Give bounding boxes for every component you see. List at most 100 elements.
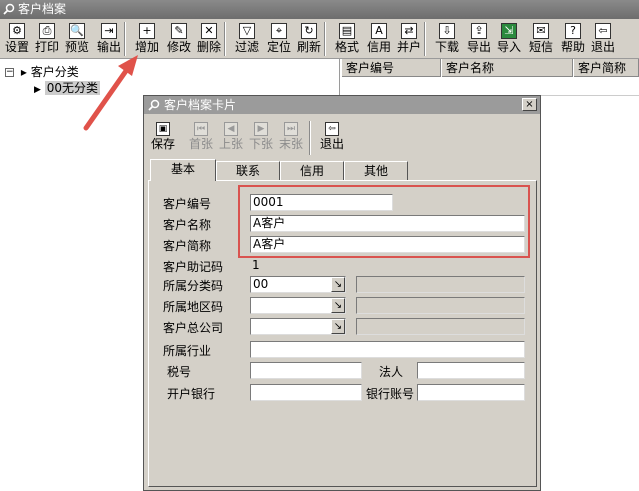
window-title: 客户档案 [18, 2, 67, 16]
toolbar-button-delete[interactable]: ✕ 删除 [194, 21, 224, 57]
toolbar-button-exit[interactable]: ⇦ 退出 [588, 21, 618, 57]
dialog-title-bar: 客户档案卡片 × [144, 96, 540, 114]
dialog-button-label: 保存 [150, 137, 175, 151]
tab-other[interactable]: 其他 [344, 161, 408, 180]
first-icon: ⏮ [194, 122, 208, 136]
toolbar-button-label: 预览 [64, 40, 89, 54]
toolbar-button-label: 短信 [528, 40, 553, 54]
toolbar-button-format[interactable]: ▤ 格式 [332, 21, 362, 57]
industry-field[interactable] [250, 341, 525, 358]
category-name-display [356, 276, 525, 293]
tree-leaf-icon: ▶ [34, 85, 41, 95]
toolbar-button-label: 刷新 [296, 40, 321, 54]
last-icon: ⏭ [284, 122, 298, 136]
customer-short-name-label: 客户简称 [163, 239, 212, 253]
table-row[interactable] [341, 78, 639, 96]
tab-credit[interactable]: 信用 [280, 161, 344, 180]
dialog-button-next[interactable]: ▶ 下张 [247, 120, 275, 156]
region-lookup-button[interactable]: ↘ [331, 298, 345, 313]
category-code-value: 00 [253, 277, 269, 291]
toolbar-button-add[interactable]: + 增加 [132, 21, 162, 57]
tree-item-no-category[interactable]: ▶ 00无分类 [34, 79, 101, 96]
toolbar-button-download[interactable]: ⇩ 下载 [432, 21, 462, 57]
toolbar-separator [224, 22, 226, 56]
bank-account-field[interactable] [417, 384, 525, 401]
dialog-button-save[interactable]: ▣ 保存 [149, 120, 177, 156]
customer-grid-header: 客户编号 客户名称 客户简称 [341, 59, 639, 77]
toolbar-button-label: 删除 [196, 40, 221, 54]
tax-number-field[interactable] [250, 362, 362, 379]
column-header-code[interactable]: 客户编号 [341, 59, 441, 77]
dialog-button-prev[interactable]: ◀ 上张 [217, 120, 245, 156]
toolbar-button-label: 增加 [134, 40, 159, 54]
print-icon: ⎙ [39, 23, 55, 39]
prev-icon: ◀ [224, 122, 238, 136]
customer-card-dialog: 客户档案卡片 × ▣ 保存 ⏮ 首张 ◀ 上张 ▶ 下张 ⏭ 末张 ⇦ 退出 基本 联系 信用 其他 … [143, 95, 541, 491]
toolbar-button-export[interactable]: ⇪ 导出 [464, 21, 494, 57]
toolbar-button-filter[interactable]: ▽ 过滤 [232, 21, 262, 57]
credit-icon: A [371, 23, 387, 39]
toolbar-button-preview[interactable]: 🔍 预览 [62, 21, 92, 57]
merge-icon: ⇄ [401, 23, 417, 39]
customer-code-field[interactable]: 0001 [250, 194, 393, 211]
export-icon: ⇥ [101, 23, 117, 39]
mnemonic-code-value: 1 [252, 258, 260, 272]
tab-contact[interactable]: 联系 [216, 161, 280, 180]
toolbar-button-label: 过滤 [234, 40, 259, 54]
settings-icon: ⚙ [9, 23, 25, 39]
tax-number-label: 税号 [167, 365, 192, 379]
tree-root-label: 客户分类 [30, 65, 79, 79]
legal-rep-field[interactable] [417, 362, 525, 379]
dialog-button-label: 下张 [248, 137, 273, 151]
toolbar-button-label: 打印 [34, 40, 59, 54]
toolbar-button-credit[interactable]: A 信用 [364, 21, 394, 57]
dialog-button-first[interactable]: ⏮ 首张 [187, 120, 215, 156]
toolbar-button-export[interactable]: ⇥ 输出 [94, 21, 124, 57]
collapse-icon[interactable]: − [5, 68, 14, 77]
category-lookup-button[interactable]: ↘ [331, 277, 345, 292]
toolbar-button-locate[interactable]: ⌖ 定位 [264, 21, 294, 57]
customer-name-label: 客户名称 [163, 218, 212, 232]
close-button[interactable]: × [522, 98, 537, 111]
export-icon: ⇪ [471, 23, 487, 39]
search-icon [3, 3, 15, 15]
toolbar-button-label: 定位 [266, 40, 291, 54]
toolbar-button-label: 下载 [434, 40, 459, 54]
delete-icon: ✕ [201, 23, 217, 39]
edit-icon: ✎ [171, 23, 187, 39]
sms-icon: ✉ [533, 23, 549, 39]
dialog-button-last[interactable]: ⏭ 末张 [277, 120, 305, 156]
toolbar-button-edit[interactable]: ✎ 修改 [164, 21, 194, 57]
toolbar-button-label: 并户 [396, 40, 421, 54]
toolbar-button-sms[interactable]: ✉ 短信 [526, 21, 556, 57]
toolbar-button-refresh[interactable]: ↻ 刷新 [294, 21, 324, 57]
refresh-icon: ↻ [301, 23, 317, 39]
caret-icon: ▸ [20, 65, 27, 79]
toolbar-button-help[interactable]: ? 帮助 [558, 21, 588, 57]
bank-field[interactable] [250, 384, 362, 401]
toolbar-button-print[interactable]: ⎙ 打印 [32, 21, 62, 57]
toolbar-button-label: 导入 [496, 40, 521, 54]
column-header-name[interactable]: 客户名称 [441, 59, 573, 77]
toolbar-button-merge[interactable]: ⇄ 并户 [394, 21, 424, 57]
dialog-button-exit[interactable]: ⇦ 退出 [318, 120, 346, 156]
parent-company-lookup-button[interactable]: ↘ [331, 319, 345, 334]
basic-tab-panel: 客户编号 0001 客户名称 A客户 客户简称 A客户 客户助记码 1 所属分类… [148, 180, 537, 487]
column-header-short-name[interactable]: 客户简称 [573, 59, 639, 77]
locate-icon: ⌖ [271, 23, 287, 39]
tree-root[interactable]: − ⊟ ▸ 客户分类 [5, 63, 79, 80]
toolbar-button-settings[interactable]: ⚙ 设置 [2, 21, 32, 57]
customer-code-label: 客户编号 [163, 197, 212, 211]
filter-icon: ▽ [239, 23, 255, 39]
toolbar-button-label: 设置 [4, 40, 29, 54]
dialog-button-label: 首张 [188, 137, 213, 151]
toolbar-button-import[interactable]: ⇲ 导入 [494, 21, 524, 57]
next-icon: ▶ [254, 122, 268, 136]
dialog-title: 客户档案卡片 [164, 98, 237, 112]
help-icon: ? [565, 23, 581, 39]
bank-label: 开户银行 [167, 387, 216, 401]
customer-name-field[interactable]: A客户 [250, 215, 525, 232]
exit-icon: ⇦ [595, 23, 611, 39]
customer-short-name-field[interactable]: A客户 [250, 236, 525, 253]
tab-basic[interactable]: 基本 [150, 159, 216, 181]
